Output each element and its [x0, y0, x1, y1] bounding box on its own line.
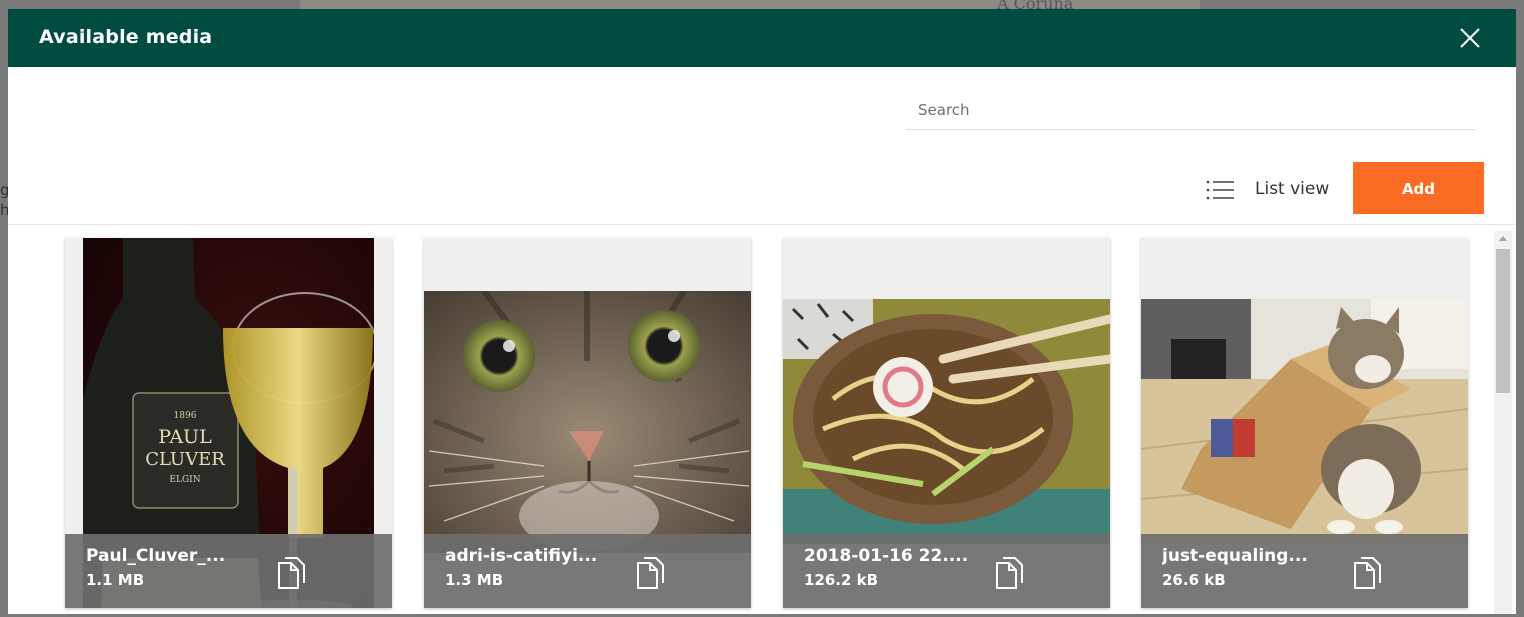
media-modal: Available media List view Add: [8, 9, 1516, 614]
list-view-button[interactable]: List view: [1205, 175, 1337, 205]
media-caption: 2018-01-16 22.... 126.2 kB: [783, 534, 1110, 608]
media-name: just-equaling...: [1162, 546, 1308, 566]
media-caption: adri-is-catifiyi... 1.3 MB: [424, 534, 751, 608]
media-card[interactable]: just-equaling... 26.6 kB: [1141, 238, 1468, 608]
media-caption: Paul_Cluver_... 1.1 MB: [65, 534, 392, 608]
modal-header: Available media: [8, 9, 1516, 67]
add-button[interactable]: Add: [1353, 162, 1484, 214]
svg-text:PAUL: PAUL: [158, 426, 212, 448]
media-size: 26.6 kB: [1162, 571, 1226, 589]
media-size: 126.2 kB: [804, 571, 879, 589]
list-icon: [1206, 180, 1234, 200]
media-card[interactable]: 2018-01-16 22.... 126.2 kB: [783, 238, 1110, 608]
media-size: 1.3 MB: [445, 571, 504, 589]
scroll-thumb[interactable]: [1496, 249, 1510, 393]
media-thumbnail: [424, 291, 751, 553]
media-card[interactable]: 1896 PAUL CLUVER ELGIN Paul_Cluver_... 1…: [65, 238, 392, 608]
copy-icon[interactable]: [994, 556, 1024, 590]
media-name: 2018-01-16 22....: [804, 546, 969, 566]
media-card[interactable]: adri-is-catifiyi... 1.3 MB: [424, 238, 751, 608]
svg-text:CLUVER: CLUVER: [145, 449, 225, 470]
media-name: Paul_Cluver_...: [86, 546, 226, 566]
scrollbar[interactable]: [1494, 231, 1512, 614]
close-icon: [1460, 28, 1480, 48]
search-field: [906, 95, 1478, 130]
svg-text:1896: 1896: [174, 411, 197, 421]
media-thumbnail: [783, 299, 1110, 544]
scroll-up-arrow[interactable]: [1499, 236, 1507, 241]
list-view-label: List view: [1255, 179, 1330, 199]
media-grid: 1896 PAUL CLUVER ELGIN Paul_Cluver_... 1…: [8, 225, 1516, 614]
svg-text:ELGIN: ELGIN: [169, 475, 200, 485]
media-size: 1.1 MB: [86, 571, 145, 589]
media-thumbnail: [1141, 299, 1468, 544]
copy-icon[interactable]: [1352, 556, 1382, 590]
close-button[interactable]: [1456, 24, 1484, 52]
modal-title: Available media: [39, 26, 213, 48]
media-caption: just-equaling... 26.6 kB: [1141, 534, 1468, 608]
media-name: adri-is-catifiyi...: [445, 546, 598, 566]
copy-icon[interactable]: [276, 556, 306, 590]
copy-icon[interactable]: [635, 556, 665, 590]
search-input[interactable]: [906, 95, 1478, 125]
